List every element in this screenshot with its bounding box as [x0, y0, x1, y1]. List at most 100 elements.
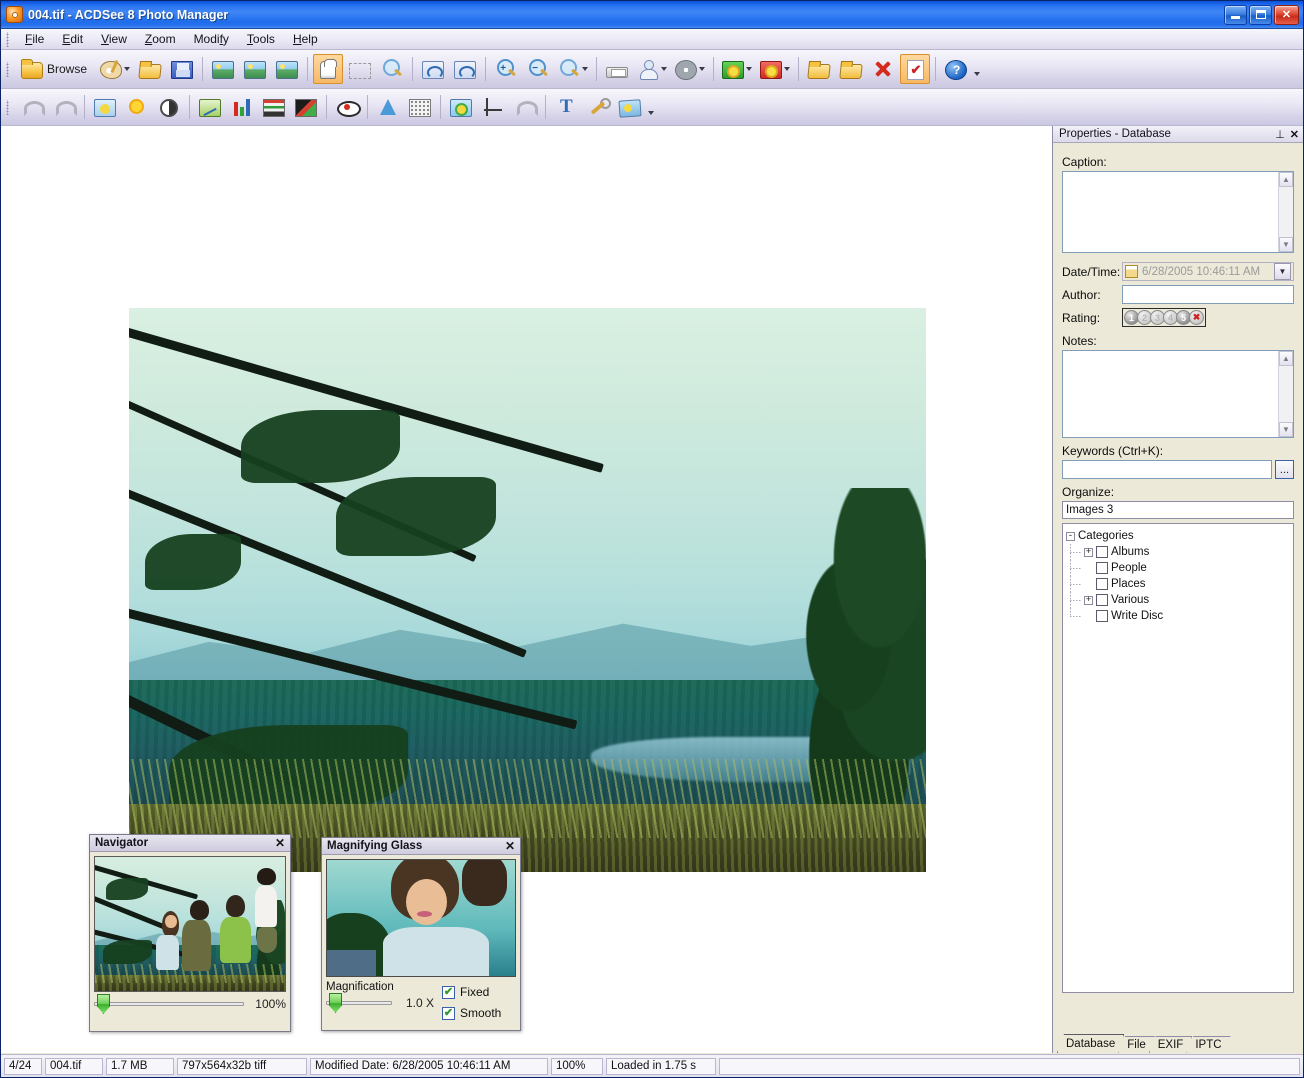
levels-button[interactable]	[195, 92, 225, 122]
notes-input[interactable]	[1063, 351, 1278, 437]
keywords-input[interactable]	[1062, 460, 1272, 479]
rotate-left-button[interactable]	[418, 54, 448, 84]
magnification-slider[interactable]	[326, 993, 392, 1013]
chevron-down-icon[interactable]	[784, 67, 791, 71]
main-toolbar-overflow-icon[interactable]	[974, 72, 981, 76]
zoom-select-button[interactable]	[555, 54, 591, 84]
select-tool-button[interactable]	[345, 54, 375, 84]
tab-database[interactable]: Database	[1057, 1034, 1124, 1053]
brightness-button[interactable]	[122, 92, 152, 122]
tree-node-albums[interactable]: + Albums	[1066, 544, 1290, 560]
chevron-down-icon[interactable]	[746, 67, 753, 71]
print-button[interactable]	[602, 54, 632, 84]
menu-file[interactable]: FFileile	[16, 30, 53, 48]
help-button[interactable]	[941, 54, 971, 84]
fixed-checkbox[interactable]	[442, 985, 455, 999]
add-text-button[interactable]	[551, 92, 581, 122]
tab-file[interactable]: File	[1118, 1036, 1155, 1053]
maximize-button[interactable]	[1249, 4, 1272, 25]
expand-icon[interactable]: +	[1084, 595, 1093, 605]
scroll-down-icon[interactable]: ▼	[1279, 237, 1293, 252]
navigator-zoom-thumb[interactable]	[97, 994, 110, 1014]
browse-button[interactable]: Browse	[17, 54, 95, 84]
save-button[interactable]	[167, 54, 197, 84]
effects-button[interactable]	[757, 54, 793, 84]
rating-control[interactable]: 1 2 3 4 5 ✖	[1122, 308, 1206, 327]
tab-iptc[interactable]: IPTC	[1186, 1036, 1230, 1053]
magnifier-panel[interactable]: Magnifying Glass ✕ Magnification 1.0 X ✔…	[321, 837, 521, 1031]
smooth-checkbox[interactable]	[442, 1006, 455, 1020]
various-checkbox[interactable]	[1096, 594, 1108, 606]
edit-toolbar-overflow-icon[interactable]	[648, 111, 654, 115]
chevron-down-icon[interactable]	[124, 67, 131, 71]
special-effects-button[interactable]	[446, 92, 476, 122]
histogram-button[interactable]	[227, 92, 257, 122]
contrast-button[interactable]	[154, 92, 184, 122]
next-image-button[interactable]	[240, 54, 270, 84]
chevron-down-icon[interactable]	[661, 67, 668, 71]
tree-node-categories[interactable]: - Categories	[1066, 528, 1290, 544]
properties-close-button[interactable]: ✕	[1290, 128, 1299, 141]
tree-node-people[interactable]: People	[1066, 560, 1290, 576]
color-balance-button[interactable]	[259, 92, 289, 122]
slideshow-button[interactable]	[272, 54, 302, 84]
pan-tool-button[interactable]	[313, 54, 344, 84]
crop-button[interactable]	[478, 92, 508, 122]
navigator-close-button[interactable]: ✕	[273, 837, 287, 850]
fixed-checkbox-row[interactable]: Fixed	[442, 985, 516, 999]
red-eye-button[interactable]	[332, 92, 362, 122]
burn-disc-button[interactable]	[672, 54, 708, 84]
settings-button[interactable]	[583, 92, 613, 122]
magnification-slider-row[interactable]: 1.0 X	[326, 993, 434, 1013]
smooth-checkbox-row[interactable]: Smooth	[442, 1006, 516, 1020]
zoom-out-button[interactable]: −	[523, 54, 553, 84]
menu-view[interactable]: View	[92, 30, 136, 48]
repair-tool-button[interactable]	[510, 92, 540, 122]
menu-edit[interactable]: Edit	[53, 30, 92, 48]
scroll-down-icon[interactable]: ▼	[1279, 422, 1293, 437]
navigator-thumbnail[interactable]	[94, 856, 286, 992]
copy-to-button[interactable]	[836, 54, 866, 84]
tree-node-places[interactable]: Places	[1066, 576, 1290, 592]
caption-textarea[interactable]: ▲ ▼	[1062, 171, 1294, 253]
zoom-in-button[interactable]: +	[491, 54, 521, 84]
edit-mode-button[interactable]	[97, 54, 133, 84]
expand-icon[interactable]: +	[1084, 547, 1093, 557]
chevron-down-icon[interactable]	[699, 67, 706, 71]
navigator-zoom-slider-row[interactable]: 100%	[94, 994, 286, 1014]
share-button[interactable]	[634, 54, 670, 84]
collapse-icon[interactable]: -	[1066, 531, 1075, 541]
navigator-panel[interactable]: Navigator ✕ 100%	[89, 834, 291, 1032]
previous-image-button[interactable]	[208, 54, 238, 84]
sharpen-button[interactable]	[373, 92, 403, 122]
redo-button[interactable]	[49, 92, 79, 122]
menu-zoom[interactable]: Zoom	[136, 30, 185, 48]
delete-button[interactable]	[868, 54, 898, 84]
menu-help[interactable]: Help	[284, 30, 327, 48]
close-button[interactable]: ✕	[1274, 4, 1299, 25]
magnifier-tool-button[interactable]	[377, 54, 407, 84]
people-checkbox[interactable]	[1096, 562, 1108, 574]
edit-toolbar-gripper[interactable]	[5, 99, 13, 115]
categories-tree[interactable]: - Categories + Albums People Places + Va…	[1062, 523, 1294, 993]
menu-modify[interactable]: Modify	[185, 30, 238, 48]
tab-exif[interactable]: EXIF	[1149, 1036, 1193, 1053]
color-gradient-button[interactable]	[291, 92, 321, 122]
clear-rating-icon[interactable]: ✖	[1189, 310, 1204, 325]
properties-button[interactable]	[900, 54, 931, 84]
menu-tools[interactable]: Tools	[238, 30, 284, 48]
menubar-gripper[interactable]	[5, 31, 13, 47]
acquire-button[interactable]	[719, 54, 755, 84]
rotate-right-button[interactable]	[450, 54, 480, 84]
notes-scrollbar[interactable]: ▲ ▼	[1278, 351, 1293, 437]
organize-value[interactable]: Images 3	[1062, 501, 1294, 519]
collage-button[interactable]	[615, 92, 645, 122]
datetime-dropdown-button[interactable]: ▼	[1274, 263, 1291, 280]
magnifier-close-button[interactable]: ✕	[503, 840, 517, 853]
minimize-button[interactable]	[1224, 4, 1247, 25]
navigator-zoom-slider[interactable]	[94, 994, 244, 1014]
magnification-thumb[interactable]	[329, 993, 342, 1013]
open-button[interactable]	[135, 54, 165, 84]
write-disc-checkbox[interactable]	[1096, 610, 1108, 622]
noise-button[interactable]	[405, 92, 435, 122]
